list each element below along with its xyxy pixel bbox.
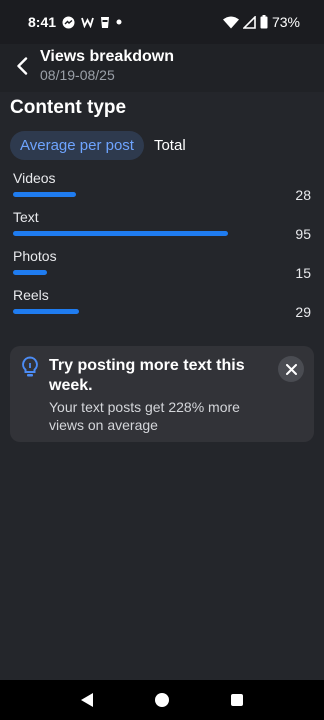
- row-label: Reels: [13, 287, 49, 303]
- lightbulb-icon: [21, 356, 39, 383]
- row-bar: [13, 309, 79, 314]
- row-value: 95: [295, 226, 311, 242]
- tab-group: Average per post Total: [10, 131, 186, 160]
- tab-average-per-post[interactable]: Average per post: [10, 131, 144, 160]
- dot-icon: [116, 19, 122, 25]
- date-range: 08/19-08/25: [40, 67, 115, 83]
- battery-percent: 73%: [271, 14, 300, 30]
- list-item: Videos 28: [13, 170, 311, 209]
- row-bar: [13, 192, 76, 197]
- tip-card: Try posting more text this week. Your te…: [10, 346, 314, 442]
- status-right: 73%: [222, 14, 300, 30]
- row-value: 15: [295, 265, 311, 281]
- messenger-icon: [62, 16, 75, 29]
- nav-recents-button[interactable]: [225, 688, 249, 712]
- back-button[interactable]: [10, 54, 34, 78]
- row-value: 29: [295, 304, 311, 320]
- section-title: Content type: [10, 97, 127, 118]
- row-label: Videos: [13, 170, 56, 186]
- row-value: 28: [295, 187, 311, 203]
- close-tip-button[interactable]: [278, 356, 304, 382]
- row-bar: [13, 270, 47, 275]
- list-item: Photos 15: [13, 248, 311, 287]
- signal-icon: [242, 15, 256, 29]
- status-left: 8:41: [28, 14, 122, 30]
- status-bar: 8:41 73%: [0, 0, 324, 44]
- row-bar: [13, 231, 228, 236]
- home-circle-icon: [154, 693, 169, 707]
- nav-back-button[interactable]: [75, 688, 99, 712]
- wifi-icon: [222, 16, 239, 29]
- app-header: Views breakdown 08/19-08/25: [0, 44, 324, 92]
- back-triangle-icon: [81, 693, 94, 707]
- row-label: Text: [13, 209, 39, 225]
- content-type-list: Videos 28 Text 95 Photos 15 Reels 29: [13, 170, 311, 326]
- row-label: Photos: [13, 248, 57, 264]
- list-item: Reels 29: [13, 287, 311, 326]
- cup-icon: [100, 16, 110, 29]
- tip-title: Try posting more text this week.: [49, 357, 245, 394]
- w-icon: [81, 16, 94, 28]
- page-title: Views breakdown: [40, 48, 174, 65]
- tab-total[interactable]: Total: [154, 131, 186, 160]
- status-time: 8:41: [28, 14, 57, 30]
- list-item: Text 95: [13, 209, 311, 248]
- nav-home-button[interactable]: [150, 688, 174, 712]
- recents-square-icon: [230, 694, 243, 706]
- close-icon: [285, 363, 297, 375]
- tip-body: Your text posts get 228% more views on a…: [49, 399, 240, 433]
- battery-icon: [260, 15, 268, 29]
- chevron-left-icon: [17, 57, 28, 75]
- system-nav-bar: [0, 680, 324, 720]
